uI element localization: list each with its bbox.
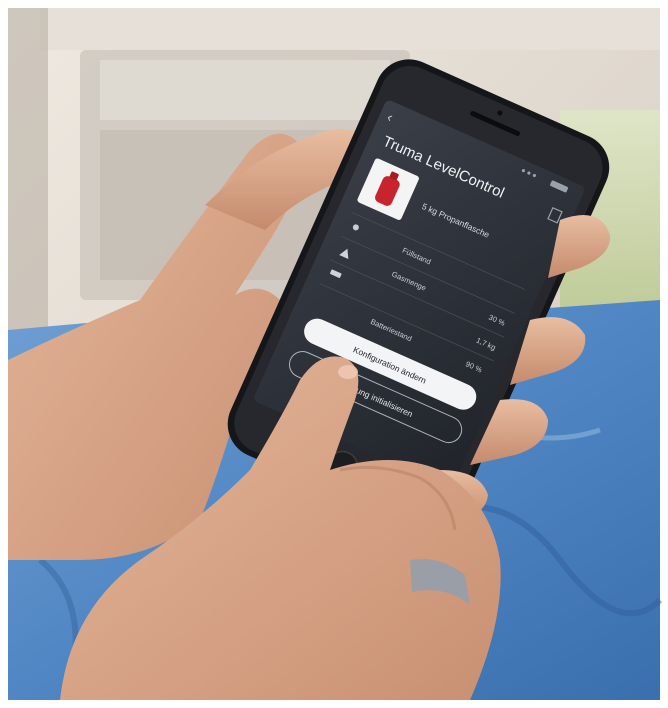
scene-illustration: ‹ Truma LevelControl 5 kg Propanflasche … [0,0,668,708]
photo: ‹ Truma LevelControl 5 kg Propanflasche … [0,0,668,708]
upper-cabinet [40,8,660,50]
fingernail [338,365,358,379]
